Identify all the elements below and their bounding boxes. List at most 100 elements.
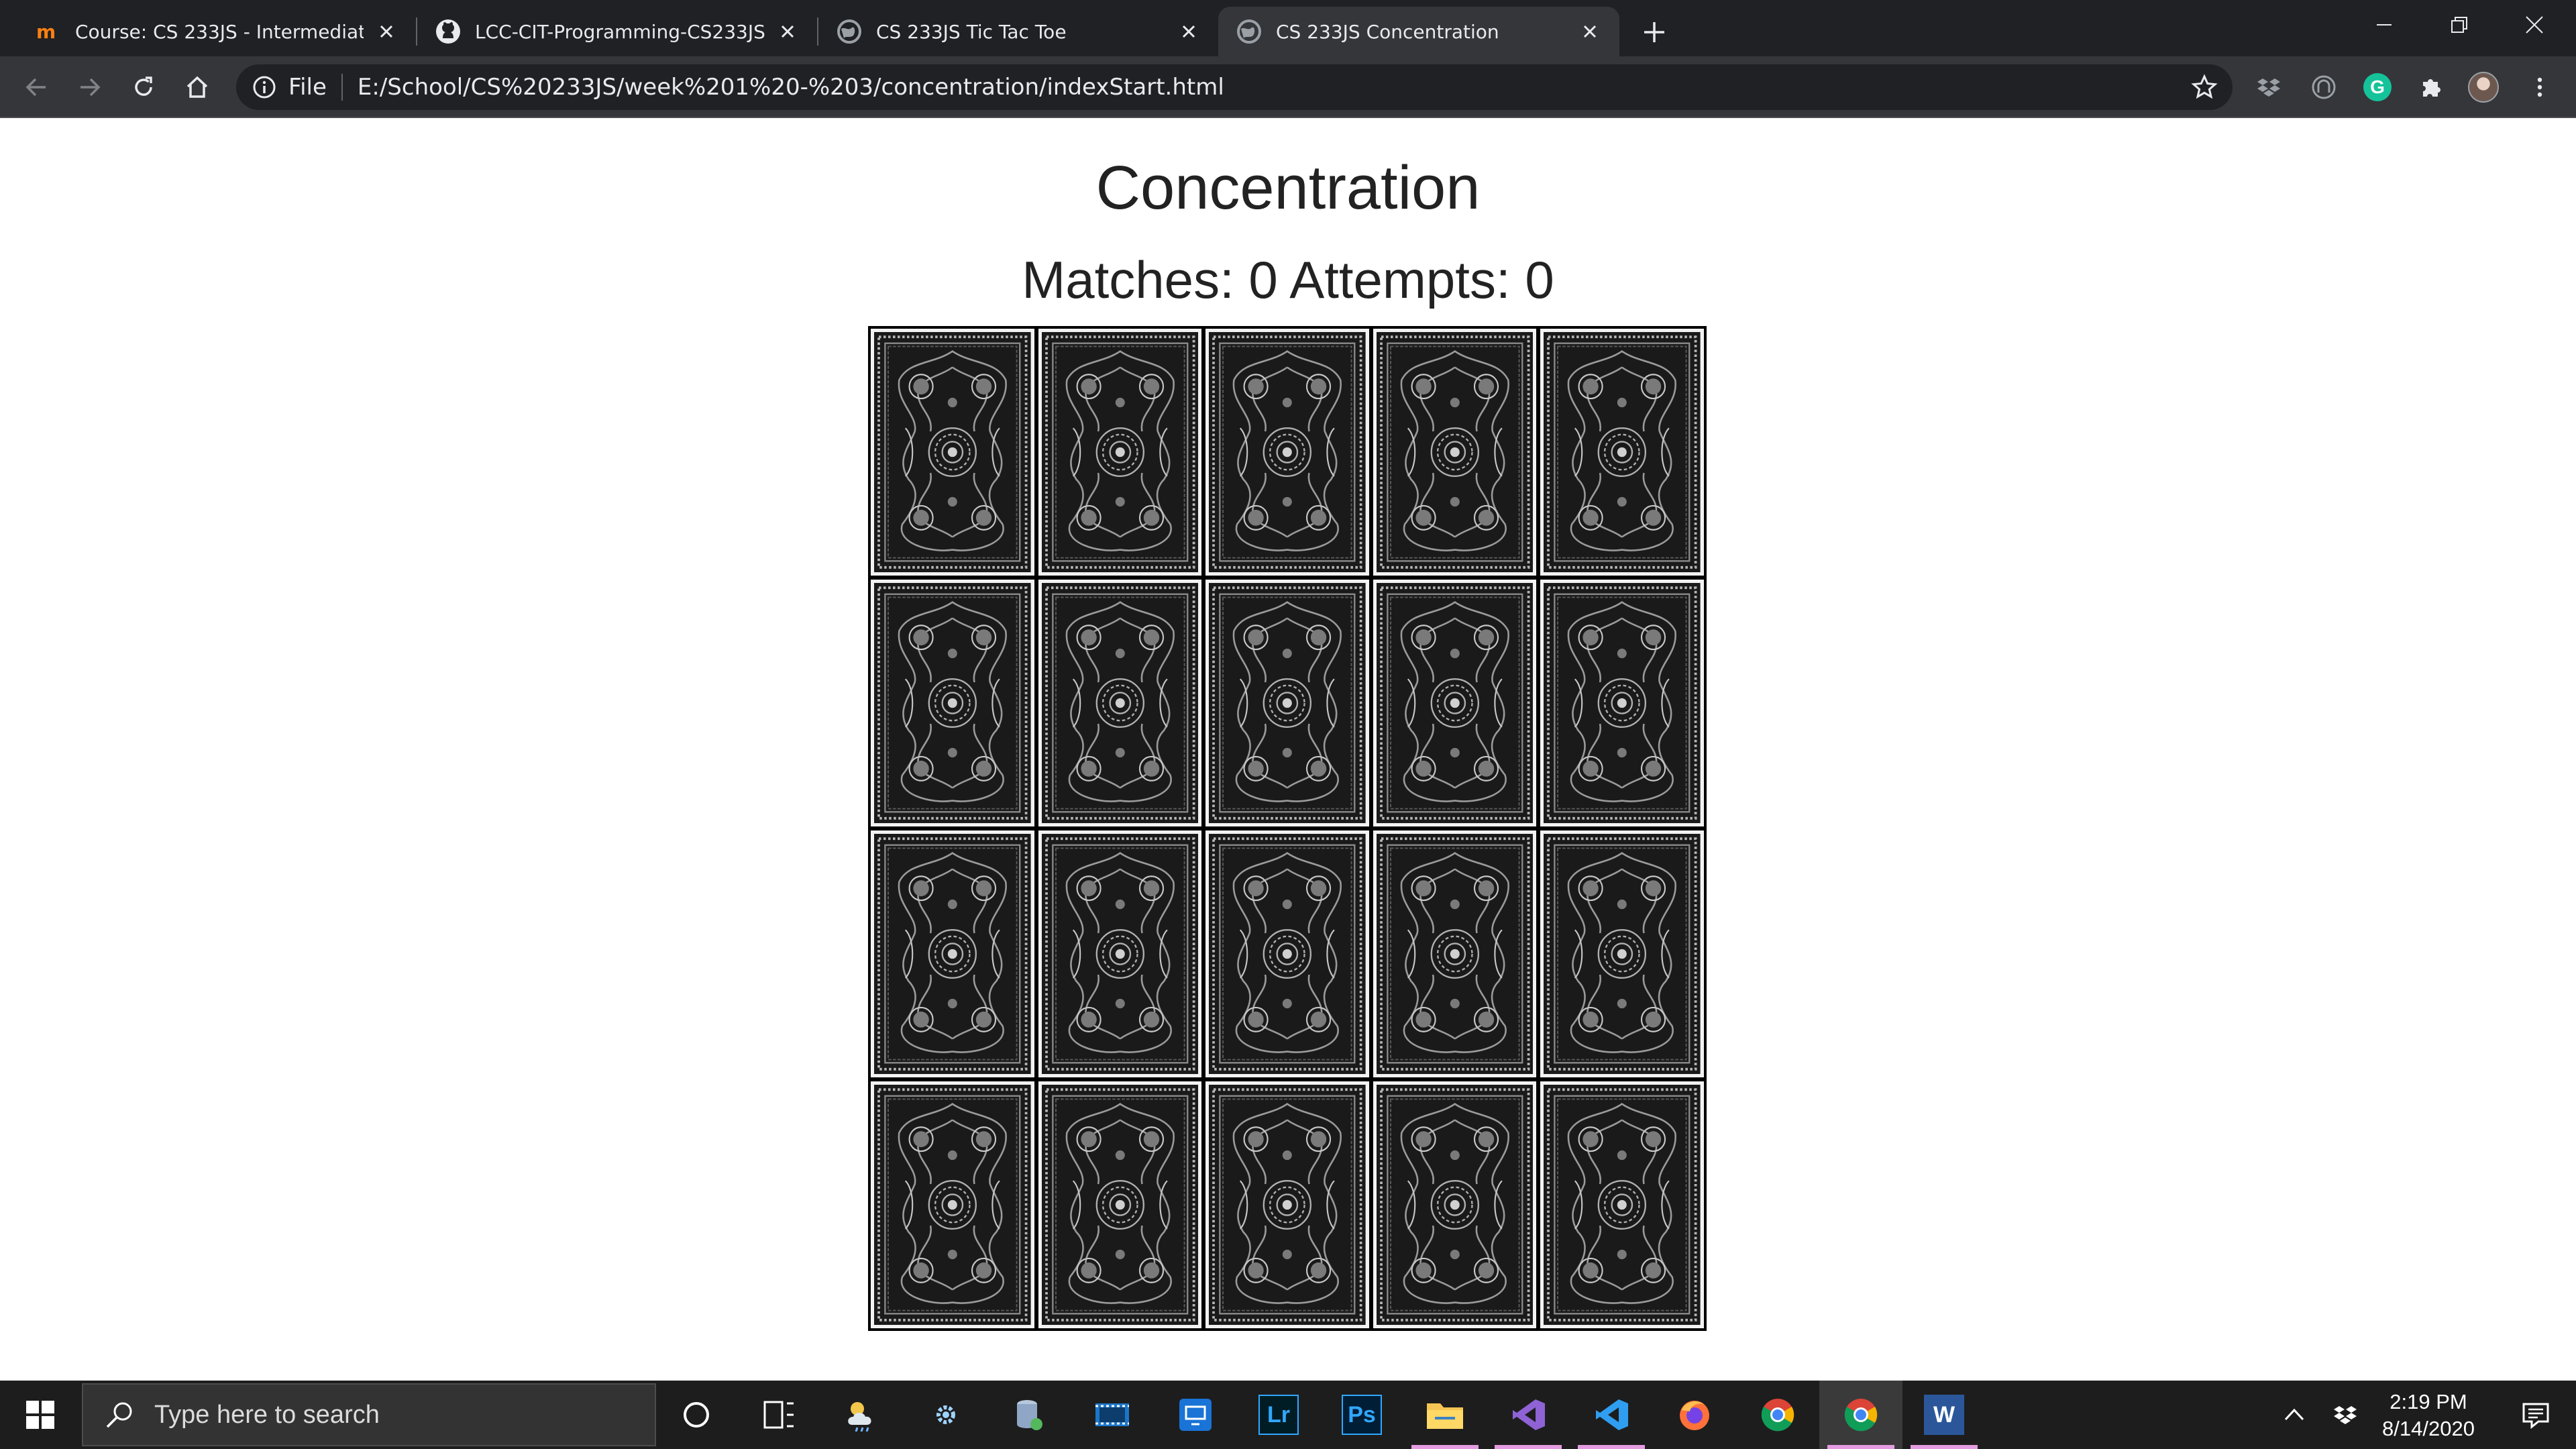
profile-avatar[interactable] xyxy=(2465,68,2502,106)
close-icon[interactable] xyxy=(373,18,400,45)
card-face-down[interactable] xyxy=(1038,830,1202,1077)
clock-time: 2:19 PM xyxy=(2390,1390,2467,1413)
card-face-down[interactable] xyxy=(1038,580,1202,826)
score-status: Matches: 0 Attempts: 0 xyxy=(0,250,2576,311)
card-back-pattern xyxy=(1376,583,1534,823)
close-window-button[interactable] xyxy=(2497,0,2572,50)
settings-icon[interactable] xyxy=(904,1381,987,1449)
back-arrow-icon xyxy=(25,78,46,97)
photoshop-icon[interactable]: Ps xyxy=(1320,1381,1403,1449)
url-text[interactable]: E:/School/CS%20233JS/week%201%20-%203/co… xyxy=(358,74,2188,101)
card-face-down[interactable] xyxy=(1540,1081,1704,1328)
card-back-pattern xyxy=(1209,1085,1366,1325)
chevron-up-icon xyxy=(2284,1408,2304,1421)
card-back-pattern xyxy=(1544,583,1701,823)
card-back-pattern xyxy=(874,1085,1031,1325)
matches-label: Matches: xyxy=(1022,250,1234,309)
address-divider xyxy=(341,74,343,101)
search-placeholder: Type here to search xyxy=(154,1400,380,1429)
close-icon[interactable] xyxy=(1175,18,1202,45)
minimize-icon xyxy=(2377,24,2392,25)
clock-date: 8/14/2020 xyxy=(2382,1417,2475,1440)
close-icon[interactable] xyxy=(774,18,801,45)
tab-tic-tac-toe[interactable]: CS 233JS Tic Tac Toe xyxy=(818,7,1218,56)
close-icon[interactable] xyxy=(1576,18,1603,45)
vscode-icon[interactable] xyxy=(1570,1381,1653,1449)
tab-github[interactable]: LCC-CIT-Programming-CS233JS/ xyxy=(417,7,817,56)
home-icon xyxy=(186,76,208,98)
card-face-down[interactable] xyxy=(1205,329,1369,576)
tab-course[interactable]: m Course: CS 233JS - Intermediate xyxy=(17,7,416,56)
lightroom-icon[interactable]: Lr xyxy=(1237,1381,1320,1449)
photoshop-label: Ps xyxy=(1342,1395,1382,1435)
card-back-pattern xyxy=(1209,583,1366,823)
tab-title: LCC-CIT-Programming-CS233JS/ xyxy=(475,20,765,43)
reload-button[interactable] xyxy=(123,67,164,107)
notification-center-button[interactable] xyxy=(2502,1381,2569,1449)
attempts-count: 0 xyxy=(1525,250,1554,309)
grammarly-icon[interactable]: G xyxy=(2359,68,2396,106)
home-button[interactable] xyxy=(177,67,217,107)
video-editor-icon[interactable] xyxy=(1071,1381,1154,1449)
weather-icon[interactable] xyxy=(821,1381,904,1449)
taskbar-search-box[interactable]: Type here to search xyxy=(82,1383,656,1446)
page-viewport: Concentration Matches: 0 Attempts: 0 xyxy=(0,118,2576,1381)
extensions-puzzle-icon[interactable] xyxy=(2412,68,2450,106)
card-face-down[interactable] xyxy=(871,1081,1034,1328)
back-button[interactable] xyxy=(16,67,56,107)
browser-tab-strip: m Course: CS 233JS - Intermediate LCC-CI… xyxy=(0,0,2576,56)
forward-button[interactable] xyxy=(70,67,110,107)
card-back-pattern xyxy=(1041,834,1199,1074)
minimize-button[interactable] xyxy=(2347,0,2422,50)
chrome-icon[interactable] xyxy=(1819,1381,1902,1449)
card-face-down[interactable] xyxy=(1540,580,1704,826)
privacy-extension-icon[interactable] xyxy=(2305,68,2343,106)
system-clock[interactable]: 2:19 PM 8/14/2020 xyxy=(2348,1389,2509,1442)
info-icon[interactable] xyxy=(251,74,278,101)
windows-taskbar: Type here to search Lr Ps W 2:19 PM 8/14… xyxy=(0,1381,2576,1449)
dropbox-extension-icon[interactable] xyxy=(2250,68,2288,106)
card-back-pattern xyxy=(1376,834,1534,1074)
card-back-pattern xyxy=(1041,1085,1199,1325)
card-face-down[interactable] xyxy=(1205,830,1369,1077)
card-face-down[interactable] xyxy=(1038,329,1202,576)
new-tab-button[interactable] xyxy=(1635,13,1673,51)
tab-title: CS 233JS Tic Tac Toe xyxy=(876,20,1067,43)
chrome-icon[interactable] xyxy=(1736,1381,1819,1449)
card-face-down[interactable] xyxy=(871,830,1034,1077)
visual-studio-icon[interactable] xyxy=(1487,1381,1570,1449)
tab-title: CS 233JS Concentration xyxy=(1276,20,1499,43)
card-face-down[interactable] xyxy=(1205,1081,1369,1328)
bookmark-star-icon[interactable] xyxy=(2188,71,2220,103)
card-face-down[interactable] xyxy=(1373,830,1537,1077)
tab-concentration[interactable]: CS 233JS Concentration xyxy=(1218,7,1619,56)
card-back-pattern xyxy=(1544,834,1701,1074)
card-face-down[interactable] xyxy=(871,580,1034,826)
card-face-down[interactable] xyxy=(1540,830,1704,1077)
card-face-down[interactable] xyxy=(1373,1081,1537,1328)
cortana-icon[interactable] xyxy=(655,1381,738,1449)
restore-button[interactable] xyxy=(2422,0,2497,50)
address-bar[interactable]: File E:/School/CS%20233JS/week%201%20-%2… xyxy=(236,64,2233,110)
card-back-pattern xyxy=(1041,583,1199,823)
card-face-down[interactable] xyxy=(871,329,1034,576)
database-icon[interactable] xyxy=(987,1381,1071,1449)
card-back-pattern xyxy=(1209,332,1366,572)
card-board xyxy=(868,326,1707,1331)
word-icon[interactable]: W xyxy=(1902,1381,1986,1449)
card-face-down[interactable] xyxy=(1205,580,1369,826)
card-back-pattern xyxy=(1544,1085,1701,1325)
card-face-down[interactable] xyxy=(1038,1081,1202,1328)
start-button[interactable] xyxy=(0,1381,80,1449)
file-explorer-icon[interactable] xyxy=(1403,1381,1487,1449)
menu-kebab-icon[interactable] xyxy=(2521,68,2559,106)
card-face-down[interactable] xyxy=(1540,329,1704,576)
show-hidden-icons-button[interactable] xyxy=(2274,1381,2314,1449)
task-view-icon[interactable] xyxy=(738,1381,821,1449)
restore-icon xyxy=(2451,17,2467,33)
remote-desktop-icon[interactable] xyxy=(1154,1381,1237,1449)
card-face-down[interactable] xyxy=(1373,329,1537,576)
notification-icon xyxy=(2522,1403,2549,1430)
card-face-down[interactable] xyxy=(1373,580,1537,826)
firefox-icon[interactable] xyxy=(1653,1381,1736,1449)
